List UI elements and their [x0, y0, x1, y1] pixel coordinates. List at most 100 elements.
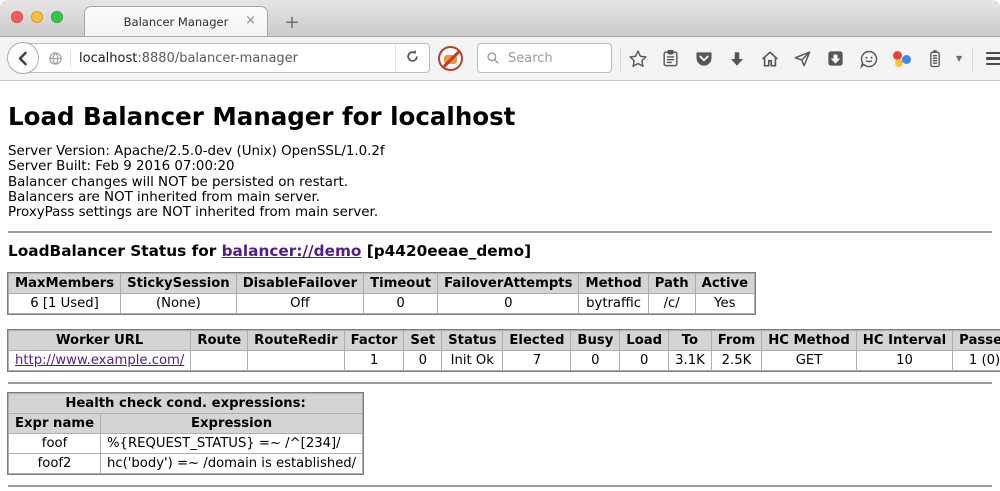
battery-icon[interactable]: [923, 47, 946, 70]
cell-expr-name: foof: [9, 434, 101, 454]
health-table-title-row: Health check cond. expressions:: [9, 394, 363, 414]
cell-factor: 1: [344, 351, 404, 371]
cell-path: /c/: [648, 294, 695, 314]
column-header: Passes: [953, 331, 1000, 351]
close-window-button[interactable]: [11, 11, 23, 23]
browser-window: Balancer Manager × + localhost:8880/bala…: [0, 0, 1000, 491]
cell-timeout: 0: [364, 294, 438, 314]
column-header: StickySession: [121, 274, 237, 294]
column-header: Method: [579, 274, 648, 294]
new-tab-button[interactable]: +: [280, 12, 304, 33]
cell-busy: 0: [571, 351, 620, 371]
column-header: Worker URL: [9, 331, 191, 351]
globe-icon: [48, 51, 63, 66]
toolbar-icons: ▼: [626, 37, 1000, 80]
cell-elected: 7: [503, 351, 571, 371]
forum-smiley-icon[interactable]: [857, 47, 880, 70]
cell-hc-method: GET: [762, 351, 857, 371]
back-button[interactable]: [7, 42, 39, 74]
cell-worker-url: http://www.example.com/: [9, 351, 191, 371]
divider: [8, 485, 992, 487]
column-header: HC Interval: [856, 331, 952, 351]
tab-close-icon[interactable]: ×: [245, 14, 256, 27]
url-text[interactable]: localhost:8880/balancer-manager: [79, 51, 298, 66]
zoom-window-button[interactable]: [51, 11, 63, 23]
cell-load: 0: [620, 351, 669, 371]
back-icon: [15, 50, 32, 67]
column-header: Load: [620, 331, 669, 351]
titlebar: Balancer Manager × +: [0, 0, 1000, 37]
navigation-toolbar: localhost:8880/balancer-manager: [0, 37, 1000, 81]
url-bar[interactable]: localhost:8880/balancer-manager: [23, 43, 430, 73]
health-table-title: Health check cond. expressions:: [9, 394, 363, 414]
column-header: From: [711, 331, 761, 351]
column-header: Expr name: [9, 414, 101, 434]
worker-url-link[interactable]: http://www.example.com/: [15, 353, 184, 368]
url-divider: [70, 49, 71, 67]
proxypass-note-line: ProxyPass settings are NOT inherited fro…: [8, 205, 992, 220]
column-header: To: [669, 331, 712, 351]
home-icon[interactable]: [758, 47, 781, 70]
cell-from: 2.5K: [711, 351, 761, 371]
page-title: Load Balancer Manager for localhost: [8, 102, 992, 131]
tab-balancer-manager[interactable]: Balancer Manager ×: [84, 6, 268, 36]
column-header: Status: [442, 331, 503, 351]
cell-method: bytraffic: [579, 294, 648, 314]
balancer-table-row: 6 [1 Used] (None) Off 0 0 bytraffic /c/ …: [9, 294, 755, 314]
pocket-icon[interactable]: [692, 47, 715, 70]
reload-button[interactable]: [395, 44, 429, 72]
worker-table-row: http://www.example.com/ 1 0 Init Ok 7 0 …: [9, 351, 1000, 371]
menu-icon[interactable]: [983, 47, 1000, 70]
cell-expr-name: foof2: [9, 454, 101, 474]
url-host: localhost: [79, 51, 137, 66]
server-info: Server Version: Apache/2.5.0-dev (Unix) …: [8, 144, 992, 220]
balancer-table-header-row: MaxMembers StickySession DisableFailover…: [9, 274, 755, 294]
cell-failoverattempts: 0: [438, 294, 579, 314]
balancer-table: MaxMembers StickySession DisableFailover…: [8, 273, 755, 314]
health-table-row: foof %{REQUEST_STATUS} =~ /^[234]/: [9, 434, 363, 454]
toolbar-divider-2: [972, 47, 973, 71]
column-header: Elected: [503, 331, 571, 351]
download-icon[interactable]: [725, 47, 748, 70]
column-header: MaxMembers: [9, 274, 121, 294]
column-header: HC Method: [762, 331, 857, 351]
bookmark-star-icon[interactable]: [626, 47, 649, 70]
column-header: Expression: [101, 414, 363, 434]
cell-stickysession: (None): [121, 294, 237, 314]
reload-icon: [405, 49, 420, 68]
cell-expression: %{REQUEST_STATUS} =~ /^[234]/: [101, 434, 363, 454]
send-icon[interactable]: [791, 47, 814, 70]
cell-hc-interval: 10: [856, 351, 952, 371]
flash-block-button[interactable]: [438, 46, 463, 71]
search-bar[interactable]: [477, 43, 612, 73]
tab-title: Balancer Manager: [124, 15, 229, 29]
cell-passes: 1 (0): [953, 351, 1000, 371]
page-content: Load Balancer Manager for localhost Serv…: [0, 102, 1000, 487]
extension-box-icon[interactable]: [824, 47, 847, 70]
divider: [8, 382, 992, 384]
minimize-window-button[interactable]: [31, 11, 43, 23]
column-header: Route: [191, 331, 248, 351]
search-icon: [486, 51, 500, 65]
search-input[interactable]: [506, 50, 602, 67]
persist-note-line: Balancer changes will NOT be persisted o…: [8, 175, 992, 190]
cell-route: [191, 351, 248, 371]
health-check-table: Health check cond. expressions: Expr nam…: [8, 393, 363, 474]
divider: [8, 231, 992, 233]
column-header: FailoverAttempts: [438, 274, 579, 294]
cell-set: 0: [404, 351, 442, 371]
cell-to: 3.1K: [669, 351, 712, 371]
health-table-header-row: Expr name Expression: [9, 414, 363, 434]
dropdown-caret-icon[interactable]: ▼: [956, 54, 962, 63]
cell-expression: hc('body') =~ /domain is established/: [101, 454, 363, 474]
column-header: DisableFailover: [236, 274, 363, 294]
url-path: :8880/balancer-manager: [137, 51, 298, 66]
server-version-line: Server Version: Apache/2.5.0-dev (Unix) …: [8, 144, 992, 159]
cell-disablefailover: Off: [236, 294, 363, 314]
balancer-demo-link[interactable]: balancer://demo: [222, 242, 362, 260]
toolbar-divider: [620, 47, 621, 71]
reading-list-icon[interactable]: [659, 47, 682, 70]
column-header: RouteRedir: [248, 331, 344, 351]
colored-dots-icon[interactable]: [890, 47, 913, 70]
server-built-line: Server Built: Feb 9 2016 07:00:20: [8, 159, 992, 174]
